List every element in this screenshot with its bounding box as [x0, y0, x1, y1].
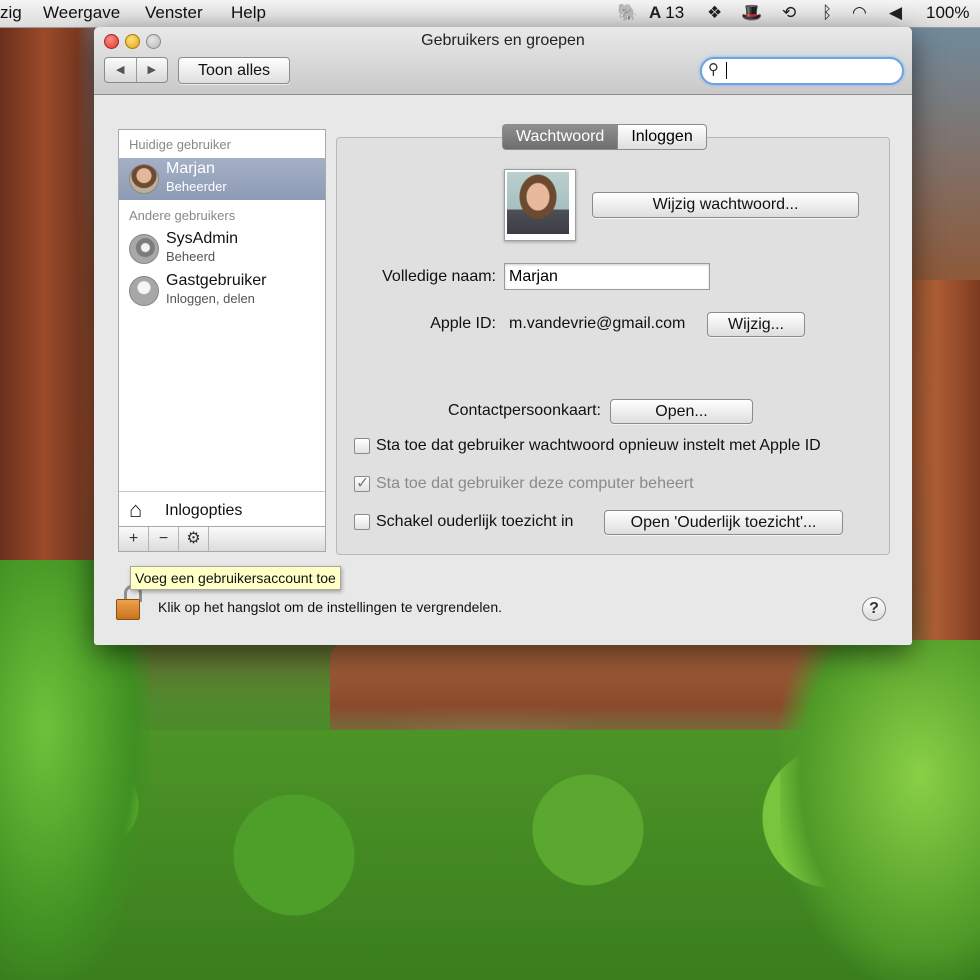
login-options-item[interactable]: ⌂ Inlogopties: [119, 491, 325, 528]
menu-item-window[interactable]: Venster: [145, 3, 203, 23]
house-icon: ⌂: [129, 497, 143, 522]
gear-icon[interactable]: ⚙: [179, 527, 209, 551]
user-list-toolbar: + − ⚙: [118, 526, 326, 552]
avatar: [129, 164, 159, 194]
apple-id-label: Apple ID:: [430, 315, 496, 332]
apple-id-value: m.vandevrie@gmail.com: [509, 315, 686, 332]
dropbox-icon[interactable]: ❖: [707, 3, 722, 23]
desktop-tree-right: [780, 640, 980, 980]
evernote-icon[interactable]: 🐘: [617, 3, 638, 23]
back-forward-control: ◀ ▶: [104, 57, 168, 83]
add-user-button[interactable]: +: [119, 527, 149, 551]
tab-bar: Wachtwoord Inloggen: [502, 124, 707, 150]
adobe-icon: A: [649, 3, 662, 22]
open-parental-controls-button[interactable]: Open 'Ouderlijk toezicht'...: [604, 510, 843, 535]
allow-admin-checkbox-row: Sta toe dat gebruiker deze computer behe…: [354, 473, 694, 493]
current-user-header: Huidige gebruiker: [129, 137, 231, 152]
avatar: [129, 234, 159, 264]
allow-admin-checkbox: [354, 473, 370, 493]
user-role: Beheerd: [166, 249, 216, 264]
back-arrow-icon[interactable]: ◀: [105, 58, 137, 82]
parental-controls-checkbox-row[interactable]: Schakel ouderlijk toezicht in: [354, 513, 573, 531]
tab-login[interactable]: Inloggen: [618, 124, 707, 150]
allow-admin-label: Sta toe dat gebruiker deze computer behe…: [376, 475, 694, 492]
other-users-header: Andere gebruikers: [129, 208, 236, 223]
allow-reset-checkbox-row[interactable]: Sta toe dat gebruiker wachtwoord opnieuw…: [354, 437, 821, 455]
change-apple-id-button[interactable]: Wijzig...: [707, 312, 805, 337]
user-row-marjan[interactable]: Marjan Beheerder: [119, 158, 325, 200]
title-bar: Gebruikers en groepen ◀ ▶ Toon alles ⚲: [94, 27, 912, 95]
allow-reset-checkbox[interactable]: [354, 438, 370, 454]
remove-user-button[interactable]: −: [149, 527, 179, 551]
search-input[interactable]: [728, 61, 900, 81]
add-user-tooltip: Voeg een gebruikersaccount toe: [130, 566, 341, 590]
full-name-label: Volledige naam:: [382, 268, 496, 285]
text-cursor: [726, 62, 727, 79]
battery-status[interactable]: 100%: [926, 3, 969, 23]
user-name: SysAdmin: [166, 230, 239, 247]
hat-icon[interactable]: 🎩: [741, 3, 762, 23]
lock-icon[interactable]: [112, 585, 144, 620]
search-field[interactable]: ⚲: [700, 57, 904, 85]
wifi-icon[interactable]: ◠: [852, 3, 867, 23]
search-icon: ⚲: [708, 61, 719, 78]
lock-body: [116, 599, 140, 620]
bluetooth-icon[interactable]: ᛒ: [822, 3, 832, 23]
user-name: Gastgebruiker: [166, 272, 267, 289]
user-list: Huidige gebruiker Marjan Beheerder Ander…: [118, 129, 326, 527]
menu-item-edit[interactable]: zig: [0, 3, 22, 23]
parental-controls-checkbox[interactable]: [354, 514, 370, 530]
adobe-count: 13: [665, 3, 685, 22]
user-photo[interactable]: [504, 169, 576, 241]
user-role: Inloggen, delen: [166, 291, 255, 306]
tab-password[interactable]: Wachtwoord: [502, 124, 619, 150]
full-name-field[interactable]: Marjan: [504, 263, 710, 290]
avatar: [129, 276, 159, 306]
parental-controls-label: Schakel ouderlijk toezicht in: [376, 513, 574, 530]
time-machine-icon[interactable]: ⟲: [782, 3, 796, 23]
show-all-button[interactable]: Toon alles: [178, 57, 290, 84]
forward-arrow-icon[interactable]: ▶: [137, 58, 168, 82]
lock-instructions: Klik op het hangslot om de instellingen …: [158, 599, 502, 615]
menu-item-help[interactable]: Help: [231, 3, 266, 23]
adobe-status[interactable]: A 13: [649, 3, 684, 23]
window-title: Gebruikers en groepen: [421, 32, 585, 49]
change-password-button[interactable]: Wijzig wachtwoord...: [592, 192, 859, 218]
user-photo-image: [507, 172, 569, 234]
allow-reset-label: Sta toe dat gebruiker wachtwoord opnieuw…: [376, 437, 821, 454]
user-row-sysadmin[interactable]: SysAdmin Beheerd: [119, 228, 325, 270]
users-and-groups-window: Gebruikers en groepen ◀ ▶ Toon alles ⚲ H…: [94, 27, 912, 645]
open-contact-button[interactable]: Open...: [610, 399, 753, 424]
volume-icon[interactable]: ◀: [889, 3, 902, 23]
user-row-guest[interactable]: Gastgebruiker Inloggen, delen: [119, 270, 325, 312]
menu-item-view[interactable]: Weergave: [43, 3, 120, 23]
menu-bar: zig Weergave Venster Help 🐘 A 13 ❖ 🎩 ⟲ ᛒ…: [0, 0, 980, 28]
user-name: Marjan: [166, 160, 215, 177]
user-role: Beheerder: [166, 179, 227, 194]
login-options-label: Inlogopties: [165, 502, 243, 519]
help-button[interactable]: ?: [862, 597, 886, 621]
contact-card-label: Contactpersoonkaart:: [448, 402, 601, 419]
